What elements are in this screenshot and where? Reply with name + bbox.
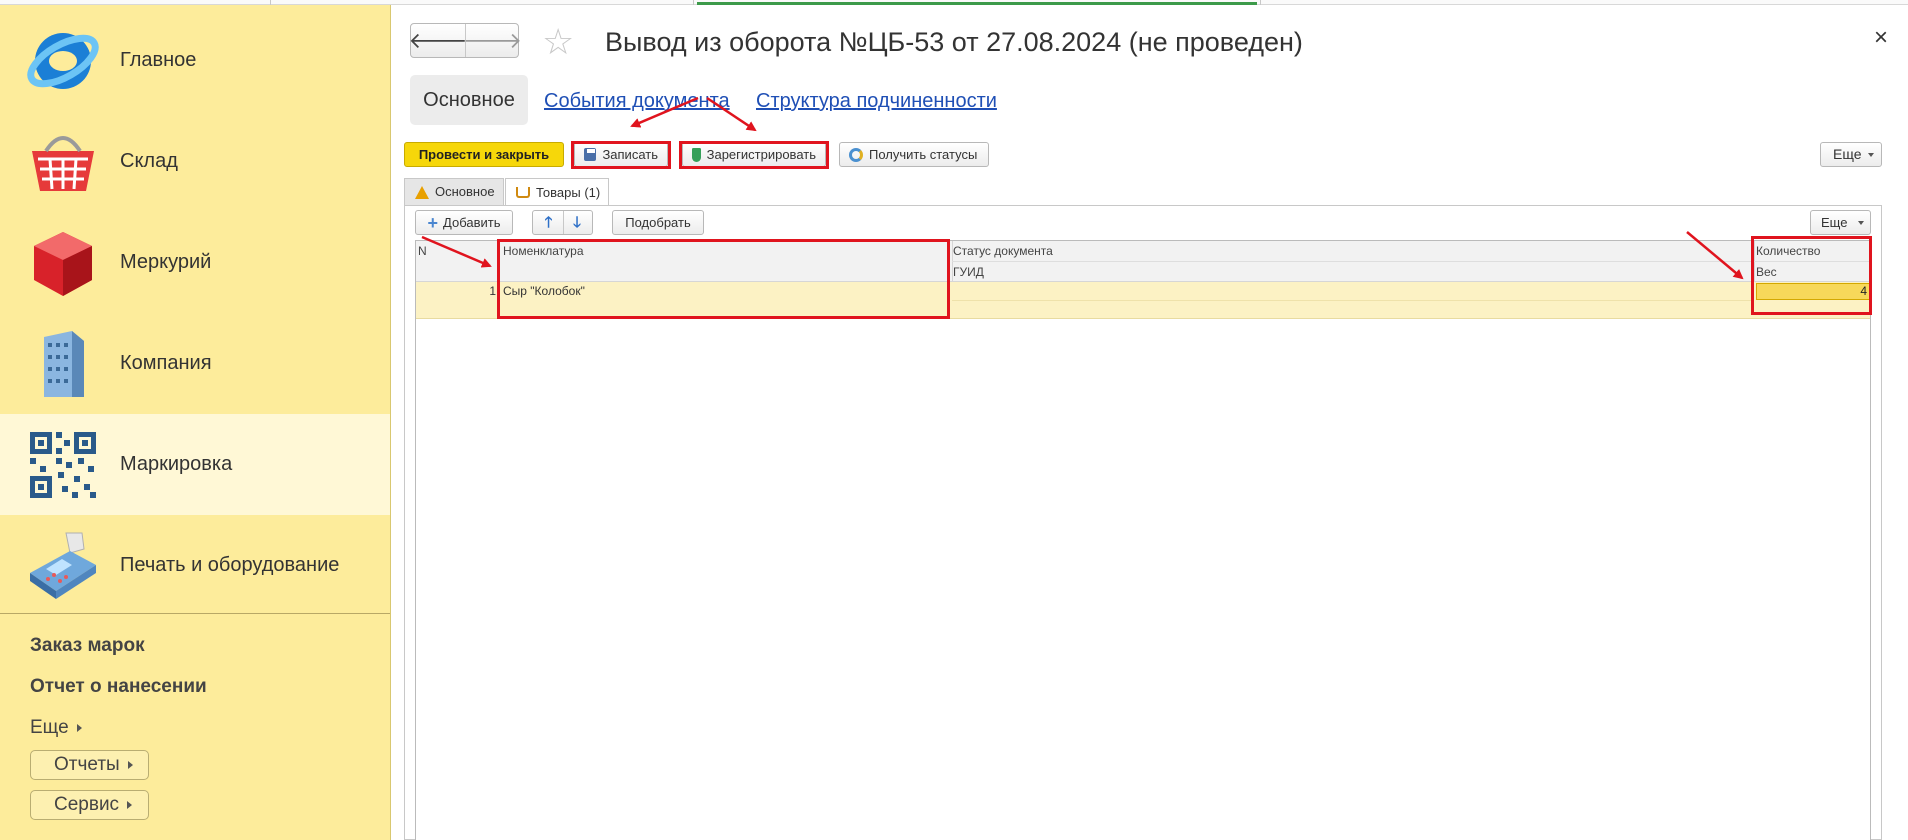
post-and-close-button[interactable]: Провести и закрыть — [404, 142, 564, 167]
sidebar-item-label: Главное — [120, 49, 197, 71]
sidebar-item-label: Печать и оборудование — [120, 554, 340, 576]
table-row[interactable]: 1 Сыр "Колобок" — [416, 282, 1870, 319]
arrow-right-icon: 🡒 — [463, 27, 522, 53]
register-label: Зарегистрировать — [706, 147, 816, 162]
basket-icon — [32, 135, 94, 191]
page-tab-main-label: Основное — [435, 184, 495, 199]
floppy-disk-icon — [584, 148, 597, 161]
sidebar-item-main[interactable]: Главное — [0, 10, 390, 111]
page-tab-main[interactable]: Основное — [404, 178, 504, 205]
move-buttons: 🡑 🡓 — [532, 210, 593, 235]
sidebar-item-mercury[interactable]: Меркурий — [0, 212, 390, 313]
sidebar-item-marking[interactable]: Маркировка — [0, 414, 390, 515]
pick-label: Подобрать — [625, 215, 691, 230]
arrow-left-icon: 🡐 — [408, 27, 468, 53]
goods-more-button[interactable]: Еще — [1810, 210, 1871, 235]
header-subdivider — [1754, 261, 1870, 262]
sidebar-item-label: Склад — [120, 150, 178, 172]
save-label: Записать — [602, 147, 658, 162]
sidebar-item-label: Маркировка — [120, 453, 233, 475]
close-icon[interactable]: × — [1874, 24, 1888, 52]
sidebar-item-label: Меркурий — [120, 251, 212, 273]
qr-code-icon — [30, 431, 96, 498]
toolbar-more-label: Еще — [1833, 146, 1862, 162]
reports-button[interactable]: Отчеты — [30, 750, 149, 780]
printer-terminal-icon — [30, 532, 96, 599]
register-button[interactable]: Зарегистрировать — [682, 142, 826, 167]
goods-table: N Номенклатура Статус документа ГУИД Кол… — [415, 240, 1871, 840]
get-statuses-label: Получить статусы — [869, 147, 978, 162]
move-down-button[interactable]: 🡓 — [562, 211, 591, 234]
page-tab-goods[interactable]: Товары (1) — [505, 178, 609, 206]
row-nomenclature[interactable]: Сыр "Колобок" — [503, 284, 585, 298]
add-button[interactable]: + Добавить — [415, 210, 513, 235]
forward-button[interactable]: 🡒 — [463, 24, 522, 57]
page-tab-goods-label: Товары (1) — [536, 184, 601, 200]
plus-icon: + — [427, 212, 439, 233]
globe-logo-icon — [27, 32, 99, 89]
header-subdivider — [952, 261, 1754, 262]
tab-main[interactable]: Основное — [410, 75, 528, 125]
tab-document-events[interactable]: События документа — [544, 90, 730, 113]
building-icon — [44, 330, 84, 397]
back-button[interactable]: 🡐 — [408, 24, 468, 57]
cart-icon — [516, 187, 530, 198]
column-header-quantity[interactable]: Количество — [1756, 244, 1820, 258]
toolbar-more-button[interactable]: Еще — [1820, 142, 1882, 167]
row-quantity[interactable]: 4 — [1756, 283, 1870, 300]
sidebar-link-order-marks[interactable]: Заказ марок — [30, 635, 145, 657]
app-window: Главное Склад Меркурий Компания Маркиров… — [0, 0, 1908, 840]
arrow-down-icon: 🡓 — [573, 214, 581, 231]
reports-label: Отчеты — [54, 754, 120, 775]
row-subdivider — [952, 300, 1754, 301]
strip-divider — [1260, 0, 1261, 5]
sidebar-more-label: Еще — [30, 717, 69, 738]
column-header-nomenclature[interactable]: Номенклатура — [503, 244, 584, 258]
sidebar-item-warehouse[interactable]: Склад — [0, 111, 390, 212]
active-tab-indicator — [697, 2, 1257, 5]
save-button[interactable]: Записать — [574, 142, 668, 167]
column-header-weight[interactable]: Вес — [1756, 265, 1777, 279]
column-header-guid[interactable]: ГУИД — [953, 265, 984, 279]
sidebar-item-company[interactable]: Компания — [0, 313, 390, 414]
add-label: Добавить — [443, 215, 501, 230]
row-number: 1 — [489, 284, 496, 298]
column-header-doc-status[interactable]: Статус документа — [953, 244, 1053, 258]
strip-divider — [693, 0, 694, 5]
tab-subordination-structure[interactable]: Структура подчиненности — [756, 90, 997, 113]
star-icon[interactable]: ☆ — [542, 24, 574, 60]
page-title: Вывод из оборота №ЦБ-53 от 27.08.2024 (н… — [605, 27, 1303, 57]
move-up-button[interactable]: 🡑 — [535, 211, 563, 234]
service-button[interactable]: Сервис — [30, 790, 149, 820]
chevron-right-icon — [127, 800, 133, 809]
chevron-down-icon — [1867, 153, 1874, 158]
red-cube-icon — [34, 231, 92, 296]
chevron-down-icon — [1858, 220, 1865, 225]
refresh-icon — [849, 147, 863, 162]
chevron-right-icon — [76, 723, 82, 732]
chevron-right-icon — [127, 760, 133, 769]
sidebar-item-print-equipment[interactable]: Печать и оборудование — [0, 515, 390, 616]
pick-button[interactable]: Подобрать — [612, 210, 704, 235]
post-and-close-label: Провести и закрыть — [418, 147, 550, 162]
shield-icon — [692, 147, 701, 162]
navigation-buttons: 🡐 🡒 — [408, 23, 522, 58]
warning-icon — [415, 185, 429, 199]
sidebar-item-label: Компания — [120, 352, 212, 374]
sidebar-more-menu[interactable]: Еще — [30, 717, 82, 739]
table-header: N Номенклатура Статус документа ГУИД Кол… — [416, 241, 1870, 282]
sidebar-link-application-report[interactable]: Отчет о нанесении — [30, 676, 207, 698]
goods-more-label: Еще — [1821, 215, 1848, 230]
get-statuses-button[interactable]: Получить статусы — [839, 142, 989, 167]
arrow-up-icon: 🡑 — [544, 214, 553, 231]
column-header-n[interactable]: N — [418, 244, 427, 258]
service-label: Сервис — [54, 794, 120, 815]
column-divider — [498, 241, 499, 282]
sidebar-divider — [0, 613, 390, 614]
sections-sidebar: Главное Склад Меркурий Компания Маркиров… — [0, 5, 391, 840]
